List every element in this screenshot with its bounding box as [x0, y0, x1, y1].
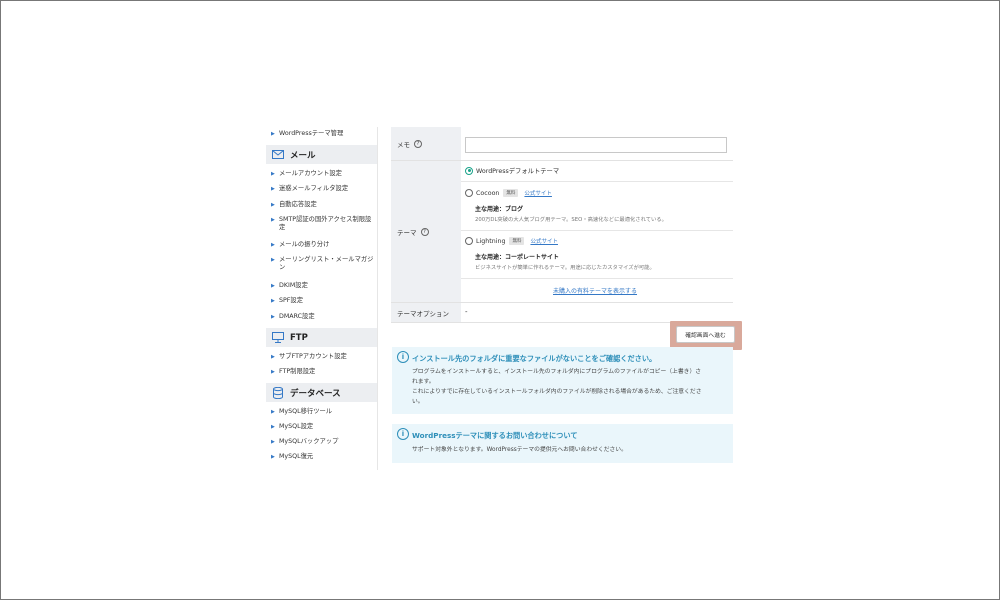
divider	[461, 278, 733, 279]
sidebar-item-mysql-settings[interactable]: ▶ MySQL設定	[266, 423, 374, 431]
theme-label: テーマ ?	[391, 161, 461, 302]
chevron-right-icon: ▶	[271, 186, 275, 192]
chevron-right-icon: ▶	[271, 283, 275, 289]
sidebar-item-dmarc[interactable]: ▶ DMARC設定	[266, 313, 374, 321]
sidebar-item-wordpress-theme[interactable]: ▶ WordPressテーマ管理	[266, 130, 374, 138]
notice-important-files: i インストール先のフォルダに重要なファイルがないことをご確認ください。 プログ…	[392, 347, 733, 414]
radio-selected[interactable]	[465, 166, 473, 175]
chevron-right-icon: ▶	[271, 454, 275, 460]
notice-text: れます。	[412, 379, 435, 385]
notice-text: い。	[412, 399, 424, 405]
theme-option-default[interactable]: WordPressデフォルトテーマ	[465, 166, 559, 175]
chevron-right-icon: ▶	[271, 439, 275, 445]
mail-icon	[272, 149, 284, 161]
help-icon[interactable]: ?	[414, 139, 422, 148]
sidebar-item-dkim[interactable]: ▶ DKIM設定	[266, 282, 374, 290]
chevron-right-icon: ▶	[271, 298, 275, 304]
sidebar: ▶ WordPressテーマ管理 メール ▶ メールアカウント設定 ▶ 迷惑メールフ…	[266, 127, 378, 470]
theme-option-row: テーマオプション -	[391, 303, 733, 323]
theme-option-cocoon[interactable]: Cocoon 無料 公式サイト	[465, 189, 552, 197]
memo-input[interactable]	[465, 137, 727, 153]
chevron-right-icon: ▶	[271, 171, 275, 177]
chevron-right-icon: ▶	[271, 242, 275, 248]
chevron-right-icon: ▶	[271, 257, 275, 263]
chevron-right-icon: ▶	[271, 314, 275, 320]
info-icon: i	[397, 351, 409, 363]
radio-unselected[interactable]	[465, 237, 473, 245]
memo-row: メモ ?	[391, 127, 733, 161]
notice-text: サポート対象外となります。WordPressテーマの提供元へお問い合わせください…	[412, 447, 627, 453]
sidebar-item-mysql-backup[interactable]: ▶ MySQLバックアップ	[266, 438, 374, 446]
cocoon-usage: 主な用途：ブログ	[475, 206, 524, 213]
chevron-right-icon: ▶	[271, 131, 275, 137]
notice-text: これによりすでに存在しているインストールフォルダ内のファイルが削除される場合があ…	[412, 389, 702, 395]
chevron-right-icon: ▶	[271, 202, 275, 208]
confirm-button-highlight: 確認画面へ進む	[670, 321, 742, 350]
sidebar-item-ftp-restriction[interactable]: ▶ FTP制限設定	[266, 368, 374, 376]
sidebar-item-mail-sorting[interactable]: ▶ メールの振り分け	[266, 241, 374, 249]
sidebar-item-auto-reply[interactable]: ▶ 自動応答設定	[266, 201, 374, 209]
sidebar-item-sub-ftp[interactable]: ▶ サブFTPアカウント設定	[266, 353, 374, 361]
sidebar-item-mailing-list[interactable]: ▶ メーリングリスト・メールマガジン	[266, 256, 374, 272]
official-site-link[interactable]: 公式サイト	[524, 189, 552, 197]
chevron-right-icon: ▶	[271, 354, 275, 360]
info-icon: i	[397, 428, 409, 440]
theme-row: テーマ ? WordPressデフォルトテーマ Cocoon 無料 公式サイト …	[391, 161, 733, 303]
monitor-icon	[272, 332, 284, 344]
sidebar-item-mysql-migration[interactable]: ▶ MySQL移行ツール	[266, 408, 374, 416]
divider	[461, 230, 733, 231]
notice-title: WordPressテーマに関するお問い合わせについて	[412, 431, 578, 440]
database-icon	[272, 386, 284, 399]
radio-unselected[interactable]	[465, 189, 473, 197]
confirm-button[interactable]: 確認画面へ進む	[676, 326, 735, 343]
sidebar-item-smtp-restriction[interactable]: ▶ SMTP認証の国外アクセス制限設定	[266, 216, 374, 232]
sidebar-section-database: データベース	[266, 383, 377, 402]
official-site-link[interactable]: 公式サイト	[530, 237, 558, 245]
chevron-right-icon: ▶	[271, 409, 275, 415]
notice-text: プログラムをインストールすると、インストール先のフォルダ内にプログラムのファイル…	[412, 369, 702, 375]
chevron-right-icon: ▶	[271, 217, 275, 223]
theme-option-value: -	[465, 308, 468, 316]
notice-theme-support: i WordPressテーマに関するお問い合わせについて サポート対象外となりま…	[392, 424, 733, 463]
help-icon[interactable]: ?	[420, 227, 429, 236]
divider	[461, 181, 733, 182]
chevron-right-icon: ▶	[271, 369, 275, 375]
sidebar-item-mysql-restore[interactable]: ▶ MySQL復元	[266, 453, 374, 461]
sidebar-item-spam-filter[interactable]: ▶ 迷惑メールフィルタ設定	[266, 185, 374, 193]
sidebar-section-ftp: FTP	[266, 328, 377, 347]
lightning-description: ビジネスサイトが簡単に作れるテーマ。用途に応じたカスタマイズが可能。	[475, 265, 655, 271]
sidebar-section-mail: メール	[266, 145, 377, 164]
show-paid-themes-link[interactable]: 未購入の有料テーマを表示する	[553, 286, 637, 295]
theme-option-label: テーマオプション	[391, 303, 461, 322]
theme-option-lightning[interactable]: Lightning 無料 公式サイト	[465, 237, 558, 245]
memo-label: メモ ?	[391, 127, 461, 160]
free-badge: 無料	[503, 189, 519, 197]
free-badge: 無料	[509, 237, 525, 245]
sidebar-item-spf[interactable]: ▶ SPF設定	[266, 297, 374, 305]
lightning-usage: 主な用途：コーポレートサイト	[475, 254, 560, 261]
chevron-right-icon: ▶	[271, 424, 275, 430]
sidebar-item-mail-account[interactable]: ▶ メールアカウント設定	[266, 170, 374, 178]
cocoon-description: 200万DL突破の大人気ブログ用テーマ。SEO・高速化などに最適化されている。	[475, 217, 667, 223]
notice-title: インストール先のフォルダに重要なファイルがないことをご確認ください。	[412, 354, 657, 363]
